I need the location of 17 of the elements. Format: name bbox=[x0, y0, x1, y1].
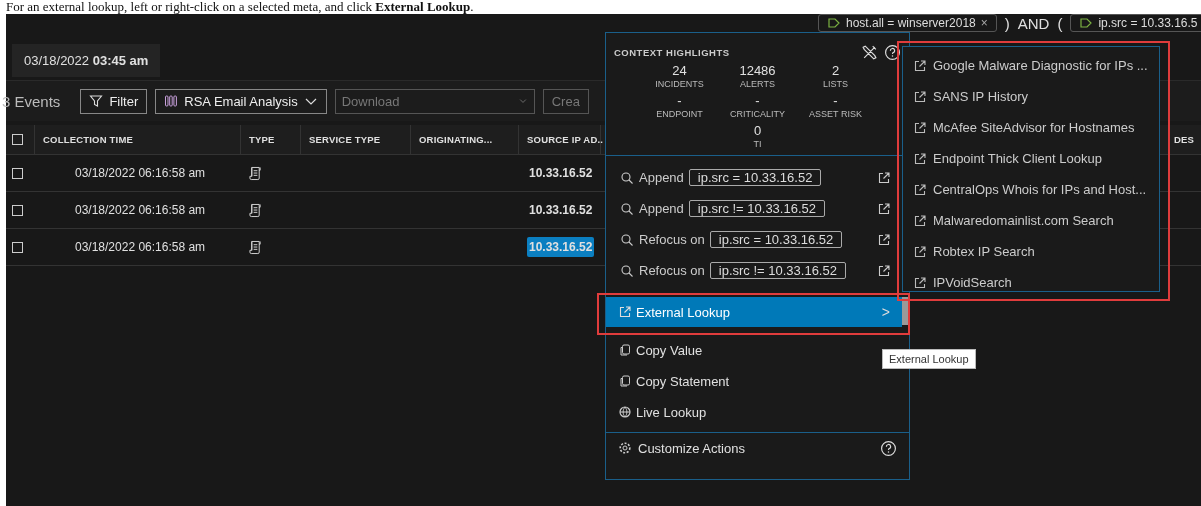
stat-label: ENDPOINT bbox=[656, 109, 703, 119]
table-cell-text: 03/18/2022 06:16:58 am bbox=[74, 239, 207, 256]
query-operator: AND bbox=[1017, 14, 1050, 32]
stat-label: TI bbox=[753, 139, 762, 149]
stat-label: ASSET RISK bbox=[809, 109, 862, 119]
event-count: 3 Events bbox=[2, 92, 61, 110]
tooltip: External Lookup bbox=[882, 349, 976, 369]
table-cell-text: 03/18/2022 06:16:58 am bbox=[74, 202, 207, 219]
stat-label: ALERTS bbox=[740, 79, 775, 89]
caption-text: For an external lookup, left or right-click on a selected meta, and click External Lookup. bbox=[5, 0, 475, 14]
table-cell-text: 03/18/2022 06:16:58 am bbox=[74, 165, 207, 182]
query-operator: ) bbox=[1004, 14, 1010, 32]
query-operator: ( bbox=[1057, 14, 1063, 32]
stat-label: LISTS bbox=[823, 79, 848, 89]
stat-label: CRITICALITY bbox=[730, 109, 785, 119]
stat-label: INCIDENTS bbox=[655, 79, 704, 89]
panel-title: CONTEXT HIGHLIGHTS bbox=[614, 46, 731, 58]
